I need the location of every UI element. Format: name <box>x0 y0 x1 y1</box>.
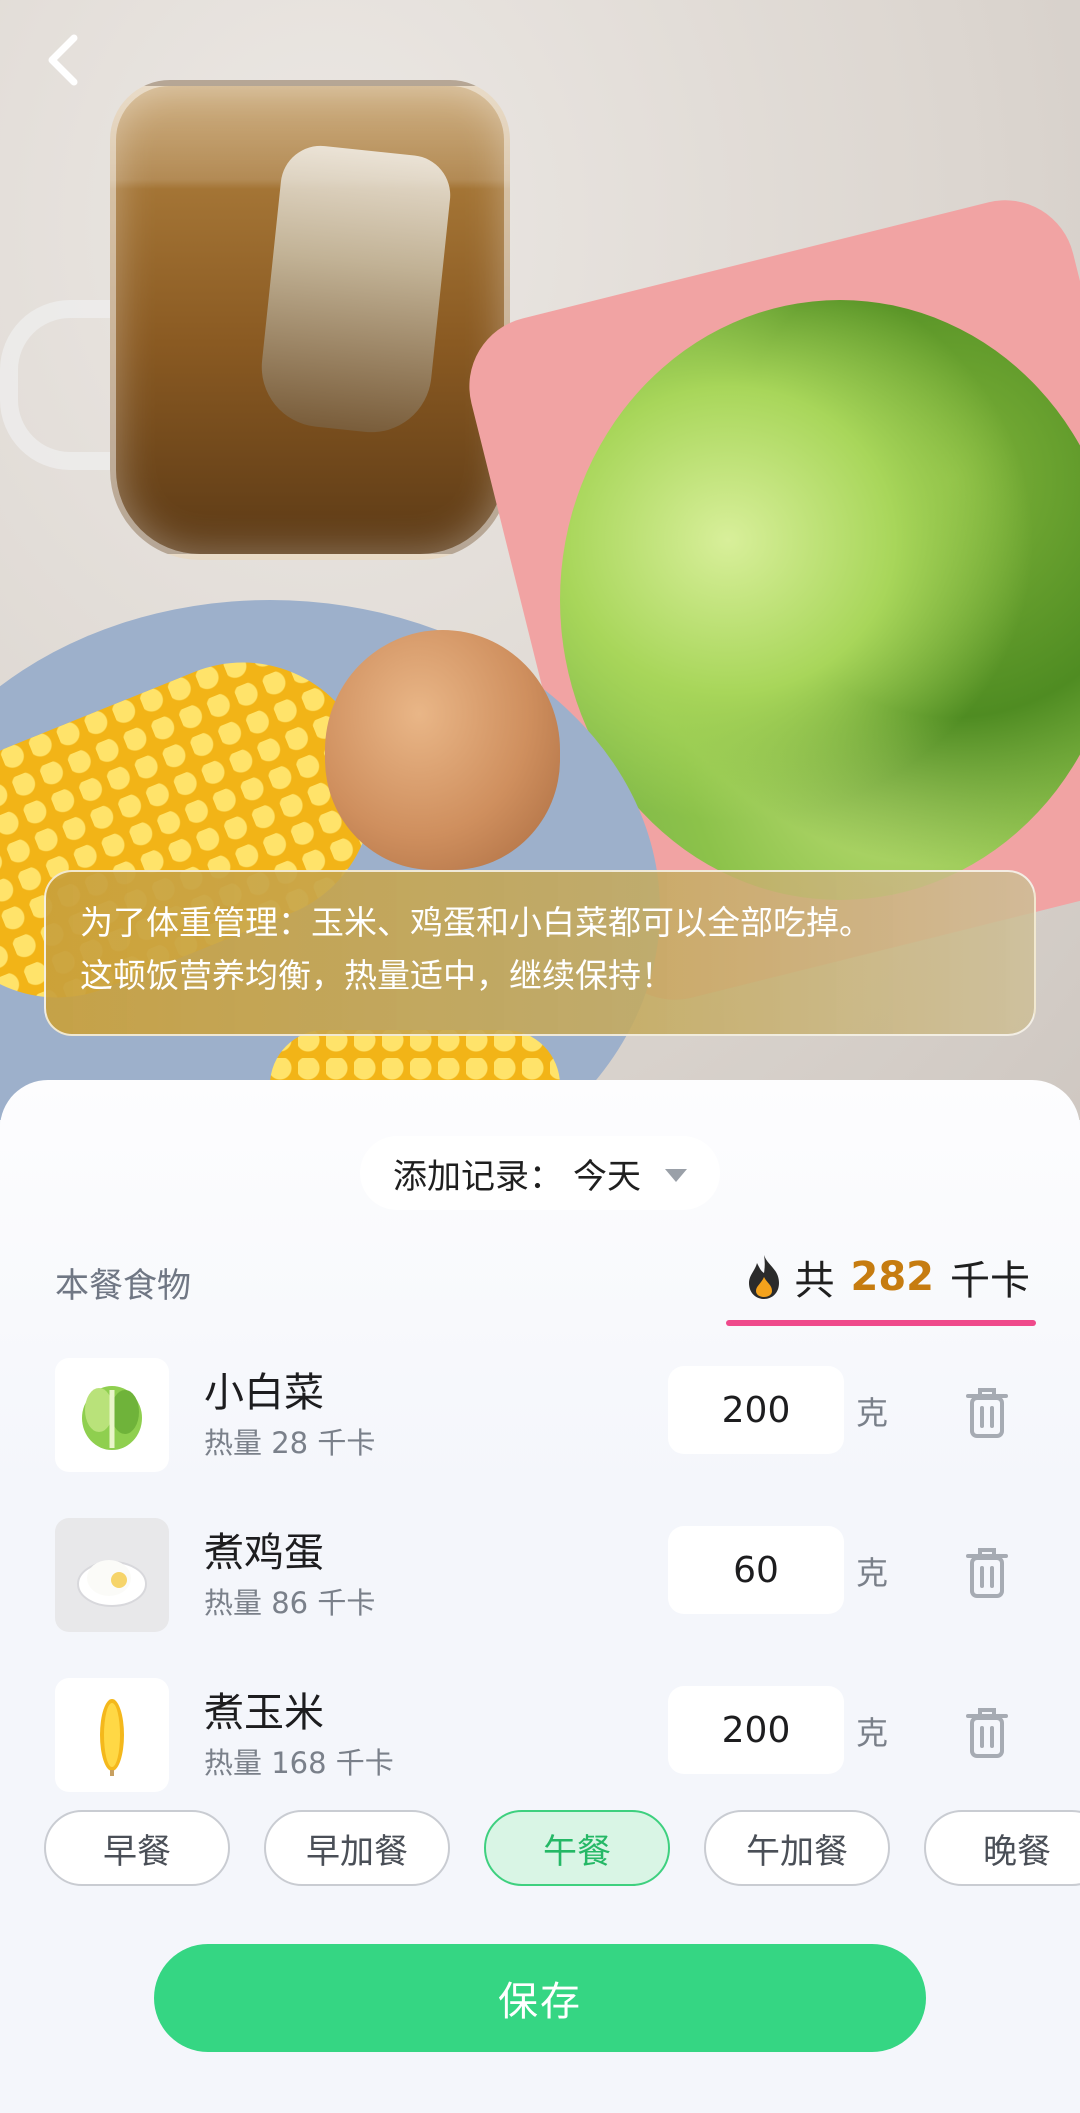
tab-afternoon-snack[interactable]: 午加餐 <box>704 1810 890 1886</box>
caret-down-icon <box>665 1168 687 1182</box>
corn-icon <box>100 1699 124 1776</box>
flame-icon <box>748 1255 779 1299</box>
quantity-unit: 克 <box>856 1394 889 1432</box>
food-calories: 热量 28 千卡 <box>204 1426 376 1460</box>
boiled-egg-thumbnail <box>55 1518 169 1632</box>
advice-line-2: 这顿饭营养均衡，热量适中，继续保持！ <box>80 956 674 995</box>
total-underline <box>726 1320 1036 1326</box>
quantity-input[interactable]: 60 <box>668 1526 844 1614</box>
food-row: 煮玉米 热量 168 千卡 200 克 <box>0 1670 1080 1830</box>
total-prefix: 共 <box>794 1258 835 1304</box>
meal-type-tabs: 早餐 早加餐 午餐 午加餐 晚餐 <box>0 1810 1080 1886</box>
lettuce-icon <box>82 1386 142 1450</box>
corn-thumbnail <box>55 1678 169 1792</box>
quantity-input[interactable]: 200 <box>668 1366 844 1454</box>
chevron-left-icon <box>48 34 78 86</box>
meal-sheet: 添加记录： 今天 本餐食物 共 282 千卡 小白菜 热量 28 千卡 200 … <box>0 1080 1080 2113</box>
tab-morning-snack[interactable]: 早加餐 <box>264 1810 450 1886</box>
total-calories: 共 282 千卡 <box>743 1244 1030 1310</box>
lettuce-thumbnail <box>55 1358 169 1472</box>
record-date-value: 今天 <box>573 1156 641 1197</box>
back-button[interactable] <box>30 28 94 92</box>
food-photo: 为了体重管理：玉米、鸡蛋和小白菜都可以全部吃掉。 这顿饭营养均衡，热量适中，继续… <box>0 0 1080 1120</box>
food-name: 煮鸡蛋 <box>204 1530 324 1576</box>
food-name: 小白菜 <box>204 1370 324 1416</box>
total-unit: 千卡 <box>950 1258 1030 1304</box>
trash-icon[interactable] <box>962 1384 1012 1440</box>
tea-bag <box>255 141 455 439</box>
quantity-input[interactable]: 200 <box>668 1686 844 1774</box>
quantity-unit: 克 <box>856 1554 889 1592</box>
trash-icon[interactable] <box>962 1704 1012 1760</box>
tab-breakfast[interactable]: 早餐 <box>44 1810 230 1886</box>
food-name: 煮玉米 <box>204 1690 324 1736</box>
quantity-unit: 克 <box>856 1714 889 1752</box>
record-label: 添加记录： <box>393 1156 563 1197</box>
record-date-selector[interactable]: 添加记录： 今天 <box>360 1136 720 1210</box>
tab-lunch[interactable]: 午餐 <box>484 1810 670 1886</box>
save-button[interactable]: 保存 <box>154 1944 926 2052</box>
food-list: 小白菜 热量 28 千卡 200 克 煮鸡蛋 热量 86 千卡 60 克 煮玉米… <box>0 1350 1080 1830</box>
boiled-egg-icon <box>77 1560 147 1607</box>
trash-icon[interactable] <box>962 1544 1012 1600</box>
food-calories: 热量 86 千卡 <box>204 1586 376 1620</box>
section-title: 本餐食物 <box>55 1266 191 1306</box>
food-calories: 热量 168 千卡 <box>204 1746 394 1780</box>
advice-line-1: 为了体重管理：玉米、鸡蛋和小白菜都可以全部吃掉。 <box>80 903 872 942</box>
total-value: 282 <box>850 1254 935 1300</box>
advice-bubble: 为了体重管理：玉米、鸡蛋和小白菜都可以全部吃掉。 这顿饭营养均衡，热量适中，继续… <box>44 870 1036 1036</box>
egg <box>325 630 560 870</box>
tab-dinner[interactable]: 晚餐 <box>924 1810 1080 1886</box>
food-row: 煮鸡蛋 热量 86 千卡 60 克 <box>0 1510 1080 1670</box>
food-row: 小白菜 热量 28 千卡 200 克 <box>0 1350 1080 1510</box>
